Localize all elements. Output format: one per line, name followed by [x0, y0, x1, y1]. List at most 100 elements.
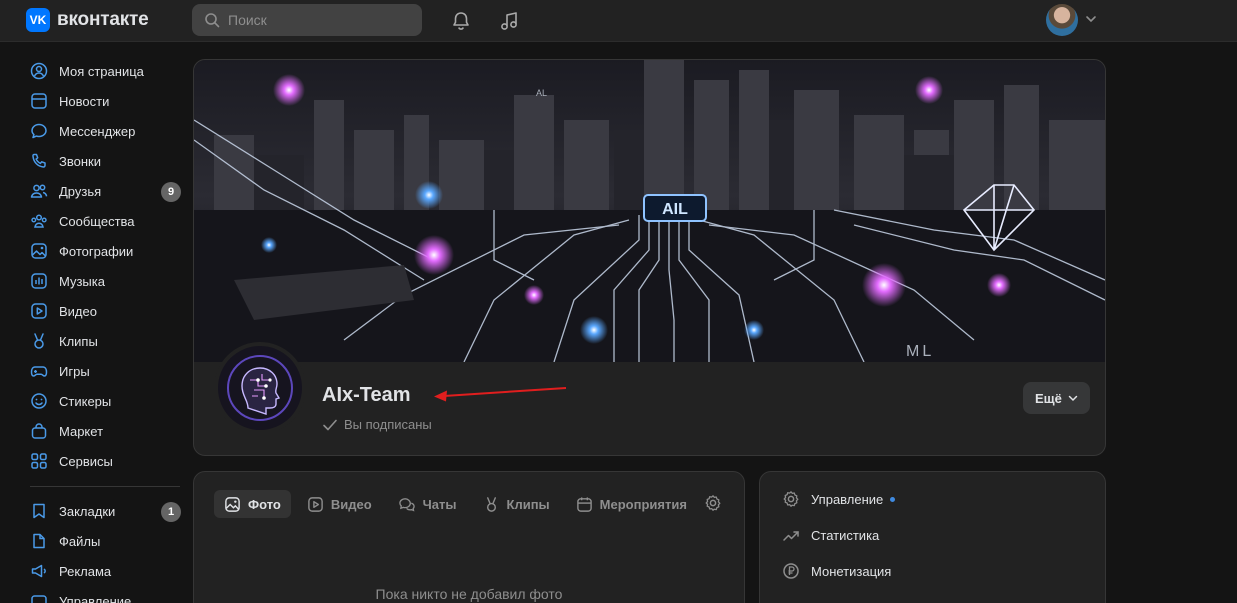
more-button[interactable]: Ещё: [1023, 382, 1090, 414]
grid-icon: [30, 452, 48, 470]
tab-events[interactable]: Мероприятия: [566, 490, 697, 518]
sidebar-item-bookmarks[interactable]: Закладки 1: [26, 496, 186, 526]
tab-photo[interactable]: Фото: [214, 490, 291, 518]
chats-icon: [398, 497, 415, 512]
clips-icon: [486, 496, 496, 512]
sidebar-item-games[interactable]: Игры: [26, 356, 186, 386]
bookmarks-count-badge: 1: [161, 502, 181, 522]
file-icon: [30, 532, 48, 550]
search-icon: [205, 13, 220, 28]
communities-icon: [30, 212, 48, 230]
megaphone-icon: [30, 562, 48, 580]
manage-icon: [30, 592, 48, 603]
sidebar-item-label: Клипы: [59, 333, 98, 349]
video-icon: [308, 496, 323, 512]
empty-photos-text: Пока никто не добавил фото: [375, 586, 563, 602]
cover-small-text: AL: [536, 88, 547, 98]
sidebar-item-services[interactable]: Сервисы: [26, 446, 186, 476]
music-player-button[interactable]: [497, 9, 521, 33]
sidebar-item-news[interactable]: Новости: [26, 86, 186, 116]
vk-logo-icon: VK: [26, 8, 50, 32]
news-icon: [30, 92, 48, 110]
gear-icon[interactable]: [704, 494, 722, 512]
more-button-label: Ещё: [1035, 390, 1062, 406]
sidebar-item-label: Музыка: [59, 273, 105, 289]
user-avatar[interactable]: [1046, 4, 1078, 36]
sidebar-item-messenger[interactable]: Мессенджер: [26, 116, 186, 146]
chevron-down-icon: [1068, 395, 1078, 402]
bell-icon: [453, 12, 469, 30]
sidebar-item-label: Игры: [59, 363, 90, 379]
bookmark-icon: [30, 502, 48, 520]
smile-icon: [30, 392, 48, 410]
sidebar-item-calls[interactable]: Звонки: [26, 146, 186, 176]
sidebar-item-label: Сообщества: [59, 213, 135, 229]
sidebar-item-music[interactable]: Музыка: [26, 266, 186, 296]
tab-clips[interactable]: Клипы: [473, 490, 560, 518]
sidebar-item-label: Сервисы: [59, 453, 113, 469]
notifications-button[interactable]: [449, 9, 473, 33]
manage-item-monetization[interactable]: Монетизация: [782, 562, 891, 580]
sidebar-item-label: Видео: [59, 303, 97, 319]
sidebar-item-files[interactable]: Файлы: [26, 526, 186, 556]
ruble-icon: [783, 563, 799, 579]
sidebar-item-friends[interactable]: Друзья 9: [26, 176, 186, 206]
manage-item-statistics[interactable]: Статистика: [782, 526, 879, 544]
sidebar-item-clips[interactable]: Клипы: [26, 326, 186, 356]
sidebar-item-label: Маркет: [59, 423, 104, 439]
sidebar-divider: [30, 486, 180, 487]
sidebar-item-label: Стикеры: [59, 393, 112, 409]
sidebar-item-label: Мессенджер: [59, 123, 136, 139]
sidebar-item-ads[interactable]: Реклама: [26, 556, 186, 586]
sidebar-item-stickers[interactable]: Стикеры: [26, 386, 186, 416]
sidebar-item-label: Управление: [59, 593, 132, 603]
manage-item-label: Статистика: [811, 527, 880, 543]
user-circle-icon: [30, 62, 48, 80]
sidebar-item-label: Закладки: [59, 503, 116, 519]
gear-icon: [783, 491, 799, 507]
subscription-status[interactable]: Вы подписаны: [322, 417, 432, 432]
sidebar-item-manage[interactable]: Управление: [26, 586, 186, 603]
media-tabs: Фото Видео Чаты Клипы Мероприятия: [214, 490, 703, 518]
search-input[interactable]: [228, 12, 408, 28]
sidebar-item-label: Друзья: [59, 183, 102, 199]
sidebar-item-label: Реклама: [59, 563, 112, 579]
manage-item-settings[interactable]: Управление: [782, 490, 896, 508]
message-icon: [30, 122, 48, 140]
sidebar-item-label: Файлы: [59, 533, 101, 549]
music-icon: [30, 272, 48, 290]
chevron-down-icon[interactable]: [1085, 14, 1097, 24]
tab-label: Видео: [330, 496, 372, 512]
tab-chats[interactable]: Чаты: [388, 490, 467, 518]
video-icon: [30, 302, 48, 320]
cover-corner-text: ML: [906, 343, 934, 360]
gamepad-icon: [30, 362, 48, 380]
music-icon: [501, 12, 517, 30]
sidebar-item-video[interactable]: Видео: [26, 296, 186, 326]
chip-label: AIL: [662, 201, 688, 218]
sidebar-item-communities[interactable]: Сообщества: [26, 206, 186, 236]
friends-count-badge: 9: [161, 182, 181, 202]
sidebar-item-label: Моя страница: [59, 63, 144, 79]
sidebar-item-photos[interactable]: Фотографии: [26, 236, 186, 266]
manage-card: Управление Статистика Монетизация: [759, 471, 1106, 603]
tab-label: Чаты: [422, 496, 457, 512]
sidebar-item-label: Звонки: [59, 153, 101, 169]
vk-logo[interactable]: VK вконтакте: [26, 8, 149, 32]
phone-icon: [30, 152, 48, 170]
check-icon: [323, 419, 337, 430]
group-header-card: AIL ML AL AIx-Team Вы подписаны Ещё: [193, 59, 1106, 456]
clips-icon: [30, 332, 48, 350]
search-box[interactable]: [192, 4, 422, 36]
sidebar-item-label: Новости: [59, 93, 110, 109]
sidebar-item-market[interactable]: Маркет: [26, 416, 186, 446]
subscribed-label: Вы подписаны: [344, 417, 432, 432]
photo-icon: [225, 496, 240, 512]
sidebar-item-my-page[interactable]: Моя страница: [26, 56, 186, 86]
tab-label: Клипы: [506, 496, 550, 512]
group-avatar[interactable]: [214, 342, 306, 434]
tab-label: Мероприятия: [599, 496, 687, 512]
tab-video[interactable]: Видео: [297, 490, 382, 518]
unread-dot: [890, 496, 896, 502]
top-header: VK вконтакте: [0, 0, 1237, 42]
